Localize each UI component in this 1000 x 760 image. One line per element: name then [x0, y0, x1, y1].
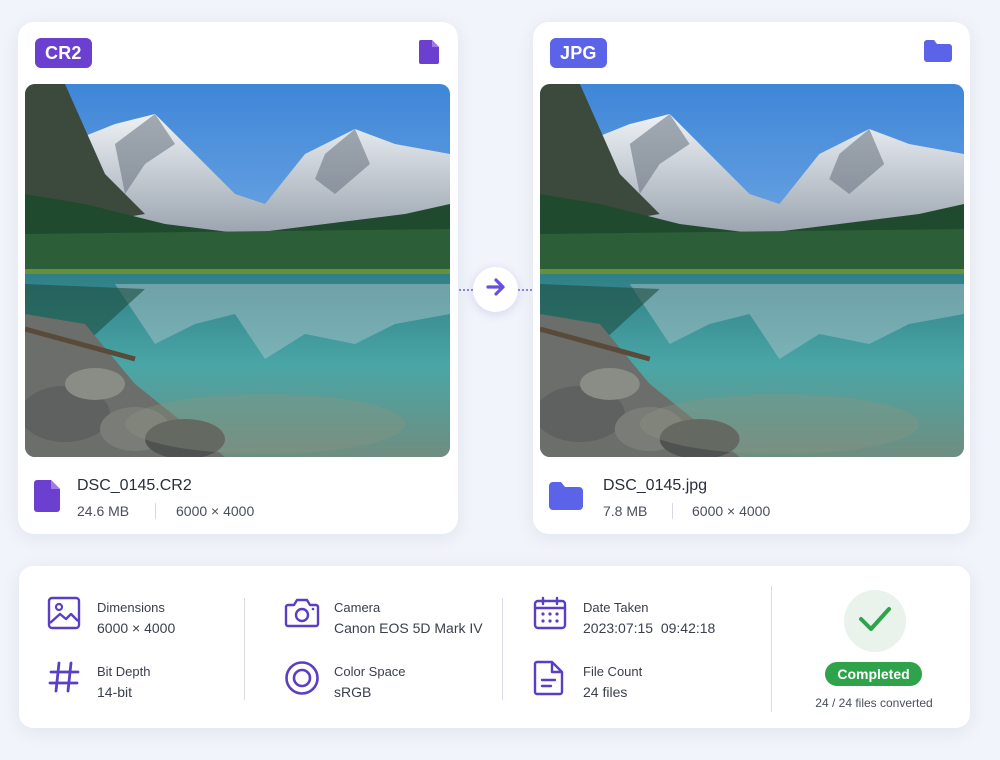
column-divider: [502, 598, 503, 700]
source-file-info: DSC_0145.CR2 24.6 MB 6000 × 4000: [33, 477, 433, 523]
source-dimensions: 6000 × 4000: [176, 503, 255, 519]
folder-icon: [548, 481, 584, 516]
meta-value: Canon EOS 5D Mark IV: [334, 620, 483, 636]
meta-value: 6000 × 4000: [97, 620, 176, 636]
target-dimensions: 6000 × 4000: [692, 503, 771, 519]
target-file-info: DSC_0145.jpg 7.8 MB 6000 × 4000: [548, 477, 948, 523]
source-image-preview: [25, 84, 450, 457]
meta-color-space: Color Space sRGB: [284, 660, 494, 704]
document-icon: [533, 660, 565, 701]
meta-value: 24 files: [583, 684, 628, 700]
arrow-right-icon: [484, 275, 508, 304]
target-format-badge: JPG: [550, 38, 607, 68]
folder-icon[interactable]: [923, 39, 953, 68]
meta-dimensions: Dimensions 6000 × 4000: [47, 596, 247, 640]
target-file-size: 7.8 MB: [603, 503, 648, 519]
column-divider: [244, 598, 245, 700]
meta-label: Color Space: [334, 664, 406, 679]
source-format-badge: CR2: [35, 38, 92, 68]
source-file-size: 24.6 MB: [77, 503, 130, 519]
target-file-card: JPG DSC_0145.jpg 7.8 MB 6000 × 4000: [533, 22, 970, 534]
column-divider: [771, 586, 772, 712]
file-icon[interactable]: [418, 39, 440, 70]
conversion-progress-text: 24 / 24 files converted: [815, 696, 933, 710]
source-filename: DSC_0145.CR2: [77, 477, 192, 494]
meta-label: Camera: [334, 600, 381, 615]
file-icon: [33, 479, 61, 518]
check-icon: [858, 605, 892, 638]
image-icon: [47, 596, 81, 635]
metadata-panel: Dimensions 6000 × 4000 Bit Depth 14-bit …: [19, 566, 970, 728]
connector-dots: [459, 289, 473, 291]
meta-value: sRGB: [334, 684, 372, 700]
calendar-icon: [533, 596, 567, 635]
meta-value: 2023:07:15 09:42:18: [583, 620, 716, 636]
meta-bit-depth: Bit Depth 14-bit: [47, 660, 247, 704]
camera-icon: [284, 596, 320, 635]
meta-value: 14-bit: [97, 684, 133, 700]
source-file-card: CR2 DSC_0145.CR2 24.6 MB 6000 × 4000: [18, 22, 458, 534]
meta-camera: Camera Canon EOS 5D Mark IV: [284, 596, 494, 640]
target-image-preview: [540, 84, 964, 457]
meta-label: Bit Depth: [97, 664, 151, 679]
hash-icon: [47, 660, 81, 699]
connector-dots: [518, 289, 532, 291]
meta-label: Date Taken: [583, 600, 649, 615]
divider: [155, 503, 156, 519]
status-badge: Completed: [825, 662, 922, 686]
convert-arrow-button[interactable]: [473, 267, 518, 312]
meta-label: Dimensions: [97, 600, 165, 615]
status-indicator: [844, 590, 906, 652]
meta-label: File Count: [583, 664, 643, 679]
meta-date-taken: Date Taken 2023:07:15 09:42:18: [533, 596, 743, 640]
meta-file-count: File Count 24 files: [533, 660, 743, 704]
convert-connector: [458, 267, 533, 313]
target-filename: DSC_0145.jpg: [603, 477, 708, 494]
divider: [672, 503, 673, 519]
color-space-icon: [284, 660, 320, 701]
